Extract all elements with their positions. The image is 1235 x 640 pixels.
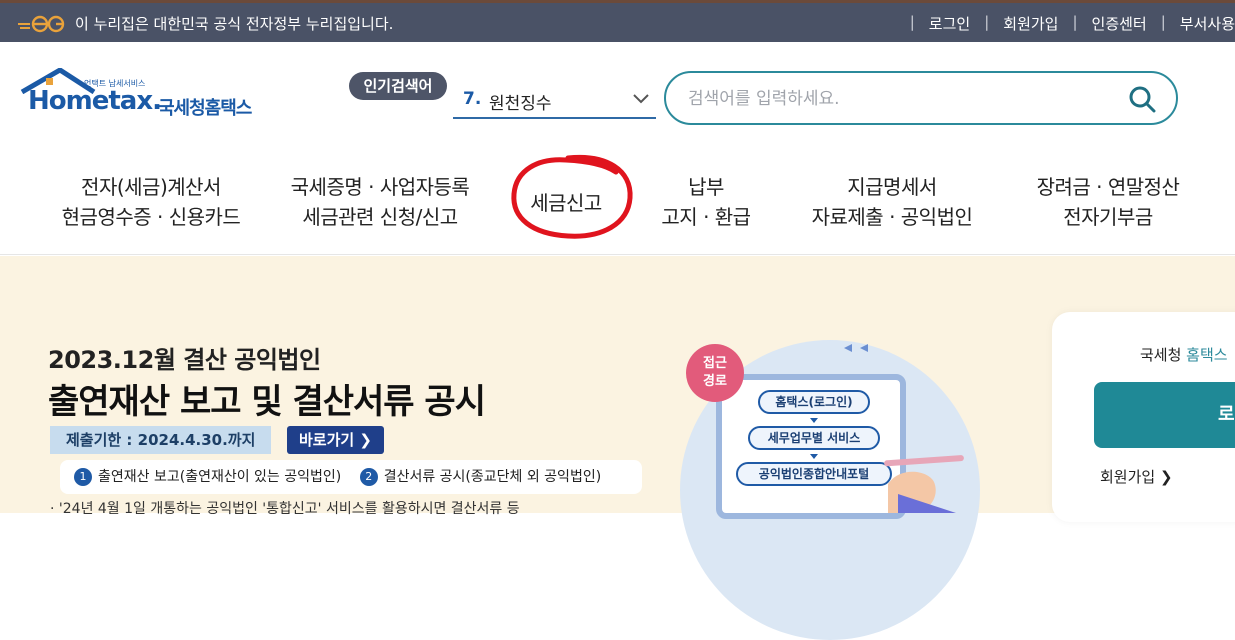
path-step: 홈택스(로그인) (758, 390, 870, 414)
nav-item-line1: 국세증명 · 사업자등록 (290, 175, 470, 199)
red-annotation-circle (511, 154, 633, 239)
divider: | (1160, 13, 1166, 31)
nav-item-certificate[interactable]: 국세증명 · 사업자등록 세금관련 신청/신고 (270, 172, 490, 232)
logo-word: Hometax. (28, 86, 162, 116)
divider: | (909, 13, 915, 31)
hand-pen-icon (884, 455, 964, 513)
banner-subtitle: 2023.12월 결산 공익법인 (48, 346, 321, 374)
path-step: 공익법인종합안내포털 (736, 462, 892, 486)
nav-item-line1: 장려금 · 연말정산 (1036, 175, 1180, 199)
banner-title: 출연재산 보고 및 결산서류 공시 (48, 382, 486, 422)
nav-item-statements[interactable]: 지급명세서 자료제출 · 공익법인 (800, 172, 984, 232)
login-card-prefix: 국세청 (1140, 346, 1187, 364)
step-1-text: 출연재산 보고(출연재산이 있는 공익법인) (98, 469, 342, 485)
nav-item-line2: 현금영수증 · 신용카드 (61, 205, 241, 229)
arrow-down-icon (810, 418, 818, 423)
nav-item-line1: 전자(세금)계산서 (81, 175, 221, 199)
gov-notice: 이 누리집은 대한민국 공식 전자정부 누리집입니다. (75, 15, 394, 33)
nav-item-line1: 지급명세서 (847, 175, 937, 199)
popular-search-select[interactable]: 7. 원천징수 (453, 83, 656, 119)
site-header: 언택트 납세서비스 Hometax. 국세청홈택스 인기검색어 7. 원천징수 (0, 42, 1235, 142)
login-link[interactable]: 로그인 (929, 13, 970, 34)
chevron-down-icon (633, 94, 649, 104)
egov-emblem-icon (18, 15, 65, 33)
arrow-down-icon (810, 454, 818, 459)
cert-center-link[interactable]: 인증센터 (1092, 13, 1147, 34)
nav-item-line2: 세금관련 신청/신고 (302, 205, 458, 229)
nav-item-incentive[interactable]: 장려금 · 연말정산 전자기부금 (1018, 172, 1198, 232)
utility-links: | 로그인 | 회원가입 | 인증센터 | 부서사용 (896, 13, 1235, 34)
nav-item-line2: 자료제출 · 공익법인 (811, 205, 973, 229)
double-arrow-icon (844, 344, 868, 352)
dept-use-link[interactable]: 부서사용 (1180, 13, 1235, 34)
nav-item-line2: 고지 · 환급 (661, 205, 751, 229)
banner-note: · '24년 4월 1일 개통하는 공익법인 '통합신고' 서비스를 활용하시면… (50, 501, 520, 517)
nav-item-line1: 납부 (688, 175, 724, 199)
step-2-text: 결산서류 공시(종교단체 외 공익법인) (383, 469, 602, 485)
login-button[interactable]: 로 (1094, 382, 1235, 448)
path-step: 세무업무별 서비스 (748, 426, 880, 450)
search-input[interactable] (688, 85, 1108, 113)
nav-item-line2: 전자기부금 (1063, 205, 1153, 229)
access-path-illustration: 접근 경로 홈택스(로그인) 세무업무별 서비스 공익법인종합안내포털 (680, 320, 980, 640)
login-card-accent: 홈택스 (1186, 346, 1228, 364)
goto-button[interactable]: 바로가기 ❯ (287, 426, 384, 454)
popular-search-badge: 인기검색어 (349, 72, 447, 100)
divider: | (1072, 13, 1078, 31)
deadline-label: 제출기한 : 2024.4.30.까지 (50, 426, 272, 454)
access-path-tag: 접근 경로 (686, 344, 744, 402)
login-card: 국세청 홈택스 로 회원가입 ❯ (1052, 312, 1235, 522)
hometax-logo[interactable]: 언택트 납세서비스 Hometax. 국세청홈택스 (16, 68, 276, 130)
join-link[interactable]: 회원가입 ❯ (1100, 466, 1173, 487)
nav-item-payment[interactable]: 납부 고지 · 환급 (640, 172, 772, 232)
banner-steps: 1 출연재산 보고(출연재산이 있는 공익법인) 2 결산서류 공시(종교단체 외 … (60, 460, 642, 494)
popular-rank: 7. (463, 89, 482, 109)
promo-banner: 2023.12월 결산 공익법인 출연재산 보고 및 결산서류 공시 제출기한 … (0, 256, 1235, 640)
gov-banner: 이 누리집은 대한민국 공식 전자정부 누리집입니다. | 로그인 | 회원가입… (0, 0, 1235, 42)
search-box[interactable] (664, 71, 1178, 125)
popular-term: 원천징수 (489, 94, 552, 114)
divider: | (984, 13, 990, 31)
main-nav: 전자(세금)계산서 현금영수증 · 신용카드 국세증명 · 사업자등록 세금관련… (0, 142, 1235, 255)
search-icon[interactable] (1128, 85, 1156, 113)
login-card-text: 국세청 홈택스 (1140, 344, 1228, 365)
logo-korean-name: 국세청홈택스 (158, 98, 252, 119)
step-number: 1 (74, 468, 92, 486)
nav-item-invoice[interactable]: 전자(세금)계산서 현금영수증 · 신용카드 (40, 172, 262, 232)
signup-link[interactable]: 회원가입 (1003, 13, 1058, 34)
step-number: 2 (359, 468, 378, 486)
